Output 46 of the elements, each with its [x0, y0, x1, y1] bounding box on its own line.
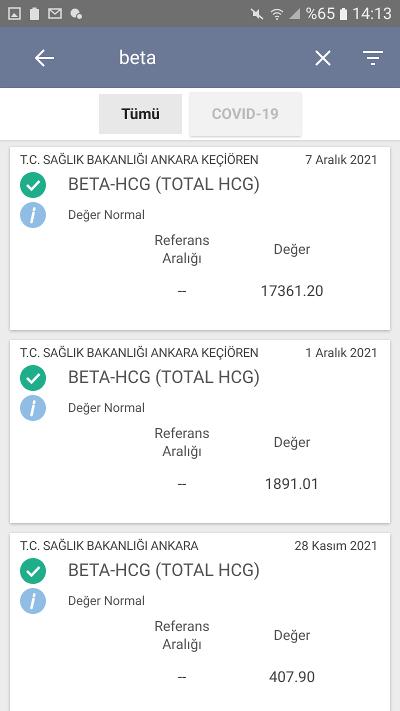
mute-icon [249, 8, 266, 20]
filter-tab[interactable]: Tümü [99, 94, 182, 134]
result-card[interactable]: T.C. SAĞLIK BAKANLIĞI ANKARA KEÇİÖREN 1 Aralık 2021 BETA-HCG (TOTAL HCG) Değer Normal Referans Aralığı Değer -- 1891.01 [10, 340, 390, 523]
table-cell-text: -- [176, 282, 188, 300]
info-icon [20, 395, 46, 421]
back-arrow-icon[interactable] [35, 48, 55, 66]
battery-saver-icon [29, 6, 40, 20]
column-header: Referans Aralığı [153, 425, 211, 461]
close-icon[interactable] [315, 50, 331, 66]
result-date: 1 Aralık 2021 [305, 346, 378, 361]
column-header: Değer [272, 241, 312, 259]
status-text: Değer Normal [68, 208, 145, 222]
mail-icon [48, 8, 62, 19]
info-icon [20, 202, 46, 228]
institution-name: T.C. SAĞLIK BAKANLIĞI ANKARA KEÇİÖREN [20, 153, 258, 168]
search-input[interactable]: beta [69, 42, 283, 73]
column-header: Referans Aralığı [153, 232, 211, 268]
table-cell-text: -- [176, 475, 188, 493]
battery-icon [340, 8, 348, 20]
column-header: Referans Aralığı [153, 618, 211, 654]
status-text: Değer Normal [68, 594, 145, 608]
result-date: 7 Aralık 2021 [305, 153, 378, 168]
wifi-icon [270, 8, 284, 20]
table-cell-text: 17361.20 [260, 282, 324, 300]
result-card[interactable]: T.C. SAĞLIK BAKANLIĞI ANKARA KEÇİÖREN 7 Aralık 2021 BETA-HCG (TOTAL HCG) Değer Normal Referans Aralığı Değer -- 17361.20 [10, 147, 390, 330]
filter-icon[interactable] [363, 50, 383, 64]
table-cell-text: 1891.01 [264, 475, 320, 493]
column-header: Değer [272, 434, 312, 452]
test-name: BETA-HCG (TOTAL HCG) [68, 368, 260, 388]
test-name: BETA-HCG (TOTAL HCG) [68, 175, 260, 195]
institution-name: T.C. SAĞLIK BAKANLIĞI ANKARA KEÇİÖREN [20, 346, 258, 361]
notification-icon [70, 8, 83, 20]
status-text: Değer Normal [68, 400, 145, 416]
gallery-icon [8, 7, 21, 20]
result-date: 28 Kasım 2021 [294, 539, 378, 554]
table-cell-text: -- [176, 668, 188, 686]
institution-name: T.C. SAĞLIK BAKANLIĞI ANKARA [20, 539, 198, 554]
column-header: Değer [272, 627, 312, 645]
test-name: BETA-HCG (TOTAL HCG) [68, 561, 260, 581]
signal-icon [289, 8, 300, 19]
battery-level: %65 [305, 4, 336, 23]
clock: 14:13 [352, 4, 392, 23]
result-card[interactable]: T.C. SAĞLIK BAKANLIĞI ANKARA 28 Kasım 2021 BETA-HCG (TOTAL HCG) Değer Normal Referans Aralığı Değer -- 407.90 [10, 533, 390, 711]
table-cell-text: 407.90 [268, 668, 316, 686]
search-bar[interactable]: beta [0, 27, 400, 88]
info-icon [20, 588, 46, 614]
